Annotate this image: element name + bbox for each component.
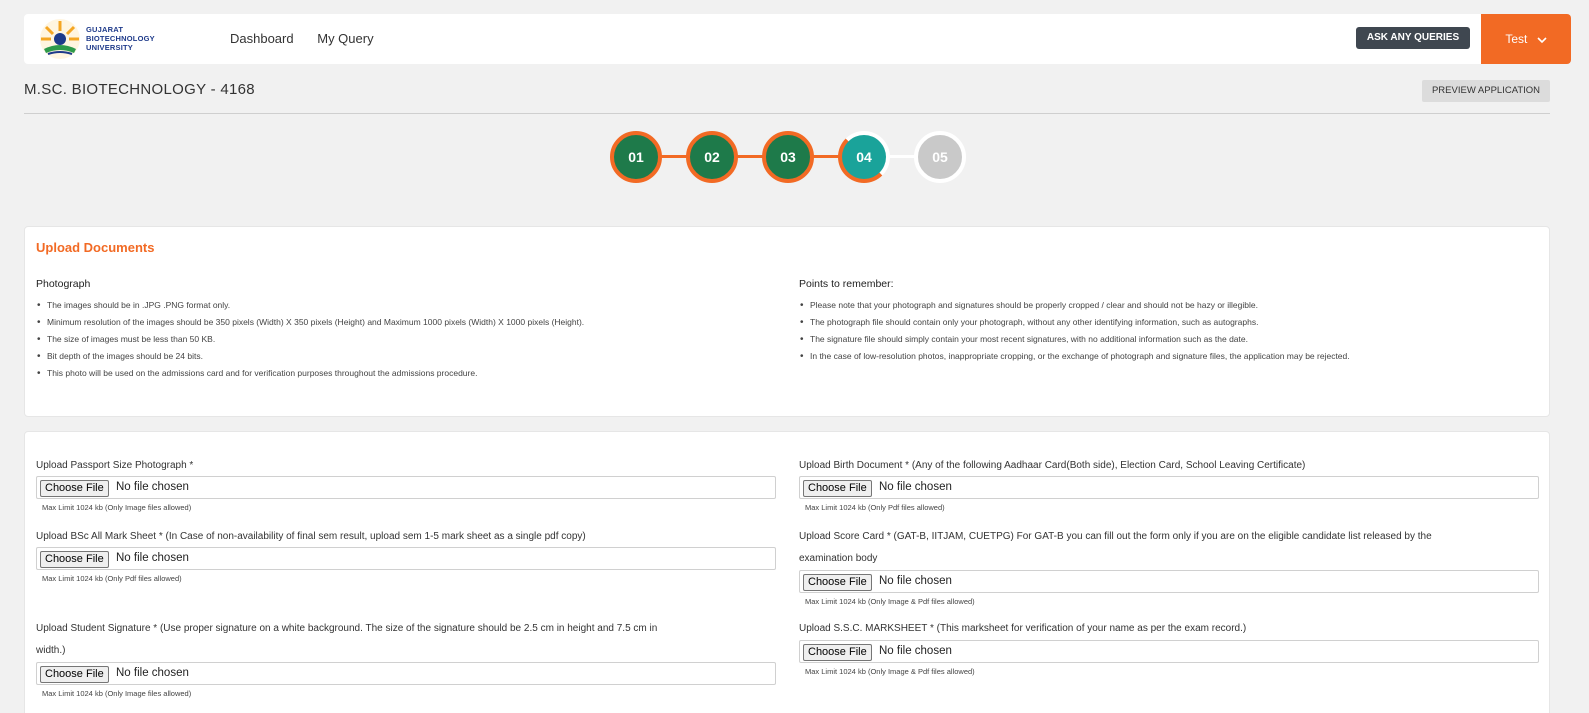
step-04[interactable]: 04 xyxy=(838,131,890,183)
list-item: This photo will be used on the admission… xyxy=(36,365,584,382)
preview-application-button[interactable]: PREVIEW APPLICATION xyxy=(1422,80,1550,102)
user-menu-button[interactable]: Test xyxy=(1481,14,1571,64)
divider xyxy=(24,113,1550,114)
no-file-text: No file chosen xyxy=(116,552,189,564)
chevron-down-icon xyxy=(1537,37,1547,43)
passport-photo-label: Upload Passport Size Photograph * xyxy=(36,460,194,471)
signature-label: Upload Student Signature * (Use proper s… xyxy=(36,623,658,634)
photograph-title: Photograph xyxy=(36,278,91,290)
ssc-marksheet-limit: Max Limit 1024 kb (Only Image & Pdf file… xyxy=(805,667,975,676)
passport-photo-input[interactable]: Choose File No file chosen xyxy=(36,476,776,499)
list-item: Bit depth of the images should be 24 bit… xyxy=(36,348,584,365)
logo-line: GUJARAT xyxy=(86,25,124,34)
no-file-text: No file chosen xyxy=(879,481,952,493)
ssc-marksheet-label: Upload S.S.C. MARKSHEET * (This markshee… xyxy=(799,623,1247,634)
top-header: GUJARAT BIOTECHNOLOGY UNIVERSITY Dashboa… xyxy=(24,14,1571,64)
upload-info-card: Upload Documents Photograph The images s… xyxy=(24,226,1550,417)
no-file-text: No file chosen xyxy=(879,575,952,587)
choose-file-button[interactable]: Choose File xyxy=(40,480,109,497)
choose-file-button[interactable]: Choose File xyxy=(803,644,872,661)
choose-file-button[interactable]: Choose File xyxy=(40,551,109,568)
birth-document-limit: Max Limit 1024 kb (Only Pdf files allowe… xyxy=(805,503,945,512)
upload-documents-title: Upload Documents xyxy=(36,240,155,255)
list-item: Minimum resolution of the images should … xyxy=(36,314,584,331)
birth-document-label: Upload Birth Document * (Any of the foll… xyxy=(799,460,1306,471)
choose-file-button[interactable]: Choose File xyxy=(803,574,872,591)
main-nav: Dashboard My Query xyxy=(230,31,394,46)
score-card-label: Upload Score Card * (GAT-B, IITJAM, CUET… xyxy=(799,531,1432,542)
logo-line: UNIVERSITY xyxy=(86,43,134,52)
signature-limit: Max Limit 1024 kb (Only Image files allo… xyxy=(42,689,192,698)
choose-file-button[interactable]: Choose File xyxy=(40,666,109,683)
list-item: The signature file should simply contain… xyxy=(799,331,1350,348)
birth-document-input[interactable]: Choose File No file chosen xyxy=(799,476,1539,499)
signature-label-cont: width.) xyxy=(36,645,66,656)
list-item: Please note that your photograph and sig… xyxy=(799,297,1350,314)
logo-line: BIOTECHNOLOGY xyxy=(86,34,155,43)
step-03[interactable]: 03 xyxy=(762,131,814,183)
step-01[interactable]: 01 xyxy=(610,131,662,183)
list-item: The images should be in .JPG .PNG format… xyxy=(36,297,584,314)
remember-points: Please note that your photograph and sig… xyxy=(799,297,1350,365)
score-card-limit: Max Limit 1024 kb (Only Image & Pdf file… xyxy=(805,597,975,606)
marksheet-input[interactable]: Choose File No file chosen xyxy=(36,547,776,570)
photograph-points: The images should be in .JPG .PNG format… xyxy=(36,297,584,382)
marksheet-label: Upload BSc All Mark Sheet * (In Case of … xyxy=(36,531,586,542)
nav-dashboard[interactable]: Dashboard xyxy=(230,31,294,46)
score-card-label-cont: examination body xyxy=(799,553,878,564)
step-02[interactable]: 02 xyxy=(686,131,738,183)
ssc-marksheet-input[interactable]: Choose File No file chosen xyxy=(799,640,1539,663)
passport-photo-limit: Max Limit 1024 kb (Only Image files allo… xyxy=(42,503,192,512)
nav-my-query[interactable]: My Query xyxy=(317,31,373,46)
score-card-input[interactable]: Choose File No file chosen xyxy=(799,570,1539,593)
list-item: The size of images must be less than 50 … xyxy=(36,331,584,348)
page-title: M.SC. BIOTECHNOLOGY - 4168 xyxy=(24,81,255,98)
remember-title: Points to remember: xyxy=(799,278,894,290)
marksheet-limit: Max Limit 1024 kb (Only Pdf files allowe… xyxy=(42,574,182,583)
ask-queries-button[interactable]: ASK ANY QUERIES xyxy=(1356,27,1470,49)
list-item: In the case of low-resolution photos, in… xyxy=(799,348,1350,365)
no-file-text: No file chosen xyxy=(116,667,189,679)
no-file-text: No file chosen xyxy=(879,645,952,657)
choose-file-button[interactable]: Choose File xyxy=(803,480,872,497)
no-file-text: No file chosen xyxy=(116,481,189,493)
step-05[interactable]: 05 xyxy=(914,131,966,183)
university-logo[interactable] xyxy=(38,17,82,61)
upload-form-card: Upload Passport Size Photograph * Choose… xyxy=(24,431,1550,713)
list-item: The photograph file should contain only … xyxy=(799,314,1350,331)
signature-input[interactable]: Choose File No file chosen xyxy=(36,662,776,685)
user-name: Test xyxy=(1505,32,1528,46)
logo-text: GUJARAT BIOTECHNOLOGY UNIVERSITY xyxy=(86,25,155,52)
